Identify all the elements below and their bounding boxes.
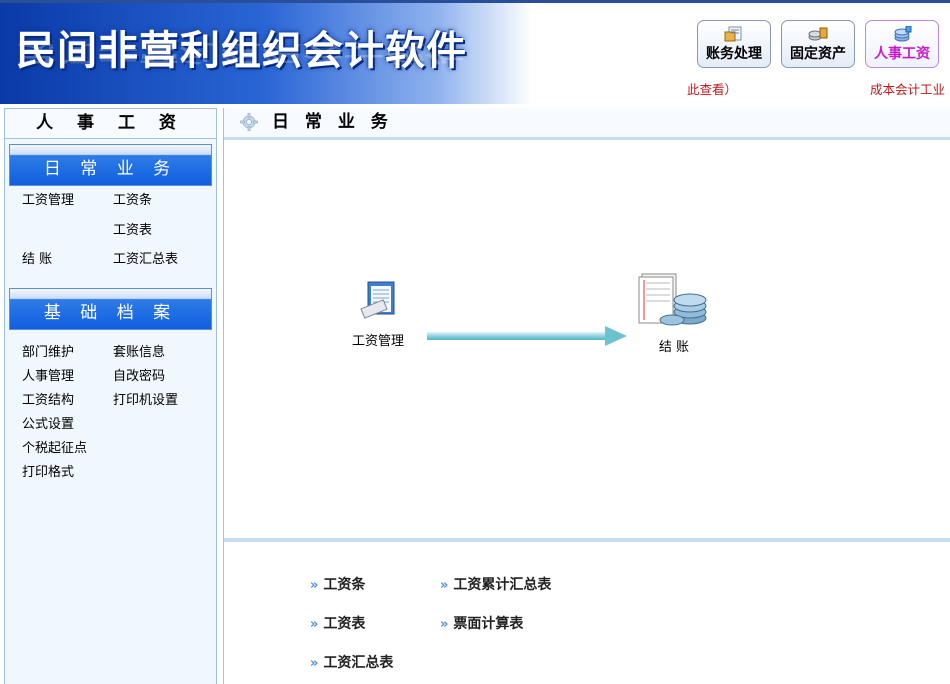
sidebar-group-archive[interactable]: 基 础 档 案 xyxy=(9,288,212,330)
module-button-ledger[interactable]: 账务处理 xyxy=(697,20,771,68)
sidebar-item-account-set[interactable]: 套账信息 xyxy=(113,344,213,362)
flow-node-payroll-management[interactable]: 工资管理 xyxy=(352,280,404,349)
sidebar-item-payroll-summary[interactable]: 工资汇总表 xyxy=(113,251,213,269)
sidebar-group-daily[interactable]: 日 常 业 务 xyxy=(9,144,212,186)
ledger-icon xyxy=(724,26,742,42)
sidebar-item-tax-threshold[interactable]: 个税起征点 xyxy=(22,440,113,458)
sidebar: 人 事 工 资 日 常 业 务 工资管理 工资条 工资表 结 账 工资汇总表 基… xyxy=(4,108,217,684)
sidebar-item-payslip[interactable]: 工资条 xyxy=(113,192,213,210)
report-link-label: 工资表 xyxy=(323,616,366,632)
sidebar-item-empty xyxy=(113,416,213,434)
gear-icon xyxy=(240,113,258,131)
report-link-payroll-sheet[interactable]: » 工资表 xyxy=(310,613,365,633)
report-links-area: » 工资条 » 工资表 » 工资汇总表 » 工资累计汇总表 » 票面计算表 xyxy=(224,542,950,684)
main-title-bar: 日 常 业 务 xyxy=(224,108,950,140)
report-link-payslip[interactable]: » 工资条 xyxy=(310,574,365,594)
report-link-label: 工资汇总表 xyxy=(323,655,394,671)
report-link-payroll-summary[interactable]: » 工资汇总表 xyxy=(310,652,393,672)
sidebar-title: 人 事 工 资 xyxy=(5,109,216,139)
flow-node-close-period[interactable]: 结 账 xyxy=(636,270,712,355)
chevron-right-icon: » xyxy=(310,578,319,593)
report-link-denomination[interactable]: » 票面计算表 xyxy=(440,613,523,633)
report-link-cumulative-summary[interactable]: » 工资累计汇总表 xyxy=(440,574,551,594)
sidebar-item-empty xyxy=(113,464,213,482)
sidebar-item-change-password[interactable]: 自改密码 xyxy=(113,368,213,386)
chevron-right-icon: » xyxy=(310,656,319,671)
report-link-label: 票面计算表 xyxy=(453,616,524,632)
assets-icon xyxy=(808,27,828,41)
chevron-right-icon: » xyxy=(440,578,449,593)
sidebar-item-empty xyxy=(22,222,113,240)
module-button-payroll[interactable]: 人事工资 xyxy=(865,20,939,68)
sidebar-item-payroll-management[interactable]: 工资管理 xyxy=(22,192,113,210)
sidebar-item-empty xyxy=(113,440,213,458)
sidebar-item-print-format[interactable]: 打印格式 xyxy=(22,464,113,482)
sidebar-daily-links: 工资管理 工资条 工资表 结 账 工资汇总表 xyxy=(5,186,216,276)
module-label: 人事工资 xyxy=(874,46,930,62)
report-link-label: 工资条 xyxy=(323,577,366,593)
sidebar-item-payroll-sheet[interactable]: 工资表 xyxy=(113,222,213,240)
sidebar-item-department[interactable]: 部门维护 xyxy=(22,344,113,362)
module-label: 账务处理 xyxy=(706,46,762,62)
workflow-area: 工资管理 结 账 xyxy=(224,140,950,542)
sidebar-archive-links: 部门维护 套账信息 人事管理 自改密码 工资结构 打印机设置 公式设置 个税起征… xyxy=(5,330,216,482)
notice-text[interactable]: 成本会计工业 xyxy=(870,79,945,98)
report-link-label: 工资累计汇总表 xyxy=(453,577,552,593)
sidebar-item-printer-setup[interactable]: 打印机设置 xyxy=(113,392,213,410)
sidebar-item-formula[interactable]: 公式设置 xyxy=(22,416,113,434)
flow-node-label: 结 账 xyxy=(658,340,690,355)
sidebar-item-close-period[interactable]: 结 账 xyxy=(22,251,113,269)
flow-arrow-icon xyxy=(427,326,627,346)
sidebar-item-personnel[interactable]: 人事管理 xyxy=(22,368,113,386)
chevron-right-icon: » xyxy=(310,617,319,632)
module-label: 固定资产 xyxy=(790,46,846,62)
notice-text[interactable]: 此查看） xyxy=(687,79,737,98)
main-title: 日 常 业 务 xyxy=(272,112,393,132)
app-header: 民间非营利组织会计软件 民间非营利组织会计软件 账务处理 固定资产 人事工资 此… xyxy=(0,0,950,104)
payroll-icon xyxy=(894,26,912,42)
sidebar-item-salary-structure[interactable]: 工资结构 xyxy=(22,392,113,410)
chevron-right-icon: » xyxy=(440,617,449,632)
app-title-reflection: 民间非营利组织会计软件 xyxy=(16,40,467,66)
module-button-assets[interactable]: 固定资产 xyxy=(781,20,855,68)
payroll-document-icon xyxy=(360,281,395,319)
close-period-icon xyxy=(638,273,707,326)
main-panel: 日 常 业 务 工资管理 结 账 » 工资条 » 工资表 » 工资汇总表 » 工… xyxy=(223,108,950,684)
flow-node-label: 工资管理 xyxy=(352,334,405,349)
